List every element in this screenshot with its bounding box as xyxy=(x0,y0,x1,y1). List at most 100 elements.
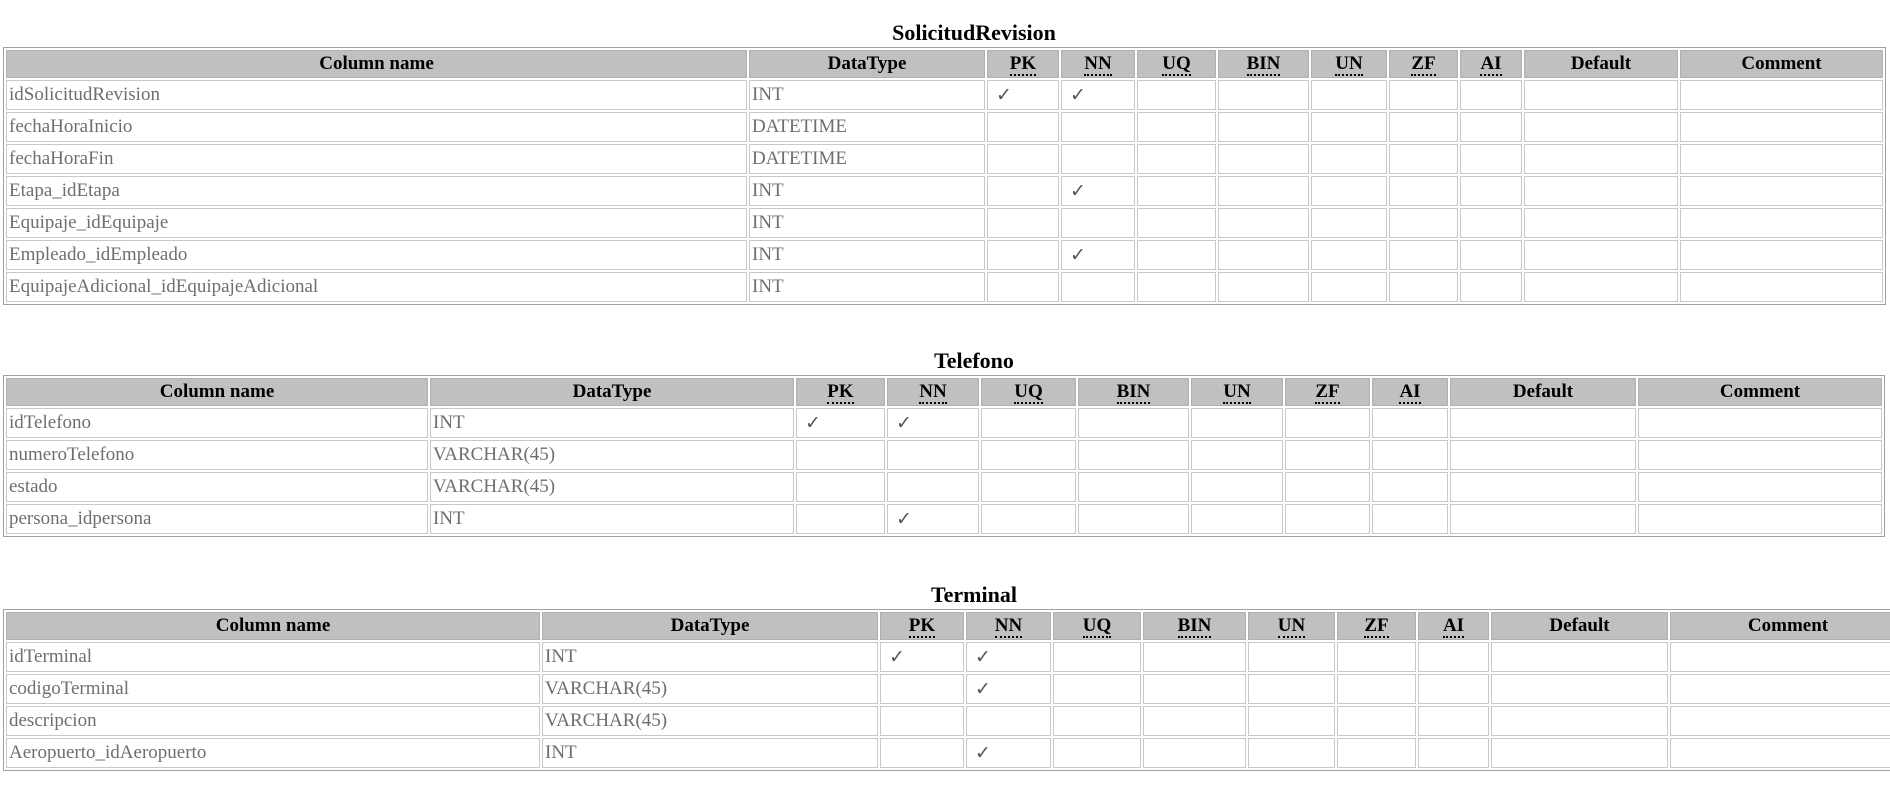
ai-cell xyxy=(1460,272,1522,302)
table-block-telefono: Telefono Column name DataType PK NN UQ B… xyxy=(3,348,1885,537)
zf-cell xyxy=(1337,642,1416,672)
header-default: Default xyxy=(1450,378,1636,406)
table-block-terminal: Terminal Column name DataType PK NN UQ B… xyxy=(3,582,1890,771)
header-datatype: DataType xyxy=(749,50,985,78)
header-row: Column name DataType PK NN UQ BIN UN ZF … xyxy=(6,612,1890,640)
nn-cell: ✓ xyxy=(966,738,1051,768)
column-name-cell: persona_idpersona xyxy=(6,504,428,534)
header-default: Default xyxy=(1524,50,1678,78)
column-name-cell: fechaHoraFin xyxy=(6,144,747,174)
ai-cell xyxy=(1460,112,1522,142)
table-title: Terminal xyxy=(931,582,1017,607)
pk-cell xyxy=(987,112,1059,142)
bin-cell xyxy=(1078,504,1189,534)
table-title: Telefono xyxy=(934,348,1014,373)
ai-cell xyxy=(1460,80,1522,110)
header-column-name: Column name xyxy=(6,378,428,406)
zf-cell xyxy=(1389,176,1458,206)
bin-cell xyxy=(1218,80,1309,110)
uq-cell xyxy=(1053,706,1141,736)
bin-cell xyxy=(1078,440,1189,470)
pk-cell xyxy=(880,674,964,704)
ai-cell xyxy=(1418,674,1489,704)
header-un: UN xyxy=(1248,612,1335,640)
header-zf: ZF xyxy=(1337,612,1416,640)
pk-cell: ✓ xyxy=(880,642,964,672)
un-cell xyxy=(1311,240,1387,270)
datatype-cell: INT xyxy=(749,208,985,238)
default-cell xyxy=(1450,504,1636,534)
table-row: EquipajeAdicional_idEquipajeAdicional INT xyxy=(6,272,1883,302)
nn-cell: ✓ xyxy=(1061,176,1135,206)
uq-cell xyxy=(981,472,1076,502)
zf-cell xyxy=(1337,674,1416,704)
datatype-cell: INT xyxy=(749,272,985,302)
pk-cell xyxy=(987,272,1059,302)
schema-document: SolicitudRevision Column name DataType P… xyxy=(0,0,1890,805)
table-row: codigoTerminal VARCHAR(45) ✓ xyxy=(6,674,1890,704)
zf-cell xyxy=(1389,80,1458,110)
zf-cell xyxy=(1337,738,1416,768)
uq-cell xyxy=(1137,112,1216,142)
header-comment: Comment xyxy=(1680,50,1883,78)
un-cell xyxy=(1248,706,1335,736)
pk-cell xyxy=(796,504,885,534)
header-bin: BIN xyxy=(1078,378,1189,406)
default-cell xyxy=(1450,472,1636,502)
un-cell xyxy=(1248,642,1335,672)
ai-cell xyxy=(1418,642,1489,672)
columns-table: Column name DataType PK NN UQ BIN UN ZF … xyxy=(3,47,1886,305)
nn-cell xyxy=(887,440,979,470)
zf-cell xyxy=(1337,706,1416,736)
column-name-cell: numeroTelefono xyxy=(6,440,428,470)
header-comment: Comment xyxy=(1670,612,1890,640)
table-row: Equipaje_idEquipaje INT xyxy=(6,208,1883,238)
table-row: Aeropuerto_idAeropuerto INT ✓ xyxy=(6,738,1890,768)
header-uq: UQ xyxy=(981,378,1076,406)
column-name-cell: descripcion xyxy=(6,706,540,736)
zf-cell xyxy=(1389,112,1458,142)
un-cell xyxy=(1311,208,1387,238)
header-ai: AI xyxy=(1460,50,1522,78)
comment-cell xyxy=(1670,642,1890,672)
column-name-cell: idTelefono xyxy=(6,408,428,438)
uq-cell xyxy=(981,408,1076,438)
datatype-cell: VARCHAR(45) xyxy=(430,472,794,502)
comment-cell xyxy=(1638,504,1882,534)
pk-cell: ✓ xyxy=(987,80,1059,110)
datatype-cell: INT xyxy=(430,504,794,534)
un-cell xyxy=(1191,472,1283,502)
bin-cell xyxy=(1218,240,1309,270)
columns-table: Column name DataType PK NN UQ BIN UN ZF … xyxy=(3,609,1890,771)
datatype-cell: INT xyxy=(542,738,878,768)
header-nn: NN xyxy=(887,378,979,406)
comment-cell xyxy=(1638,472,1882,502)
zf-cell xyxy=(1389,272,1458,302)
default-cell xyxy=(1524,112,1678,142)
default-cell xyxy=(1450,408,1636,438)
zf-cell xyxy=(1285,440,1370,470)
header-row: Column name DataType PK NN UQ BIN UN ZF … xyxy=(6,50,1883,78)
ai-cell xyxy=(1418,706,1489,736)
uq-cell xyxy=(981,440,1076,470)
un-cell xyxy=(1311,80,1387,110)
nn-cell xyxy=(1061,208,1135,238)
table-row: idSolicitudRevision INT ✓ ✓ xyxy=(6,80,1883,110)
comment-cell xyxy=(1680,240,1883,270)
nn-cell: ✓ xyxy=(1061,80,1135,110)
header-un: UN xyxy=(1191,378,1283,406)
uq-cell xyxy=(1137,272,1216,302)
header-column-name: Column name xyxy=(6,50,747,78)
table-title: SolicitudRevision xyxy=(892,20,1056,45)
default-cell xyxy=(1491,642,1668,672)
ai-cell xyxy=(1372,408,1448,438)
uq-cell xyxy=(1137,176,1216,206)
header-datatype: DataType xyxy=(430,378,794,406)
pk-cell xyxy=(796,440,885,470)
uq-cell xyxy=(1137,144,1216,174)
zf-cell xyxy=(1285,472,1370,502)
datatype-cell: INT xyxy=(749,240,985,270)
ai-cell xyxy=(1372,440,1448,470)
uq-cell xyxy=(981,504,1076,534)
bin-cell xyxy=(1218,112,1309,142)
